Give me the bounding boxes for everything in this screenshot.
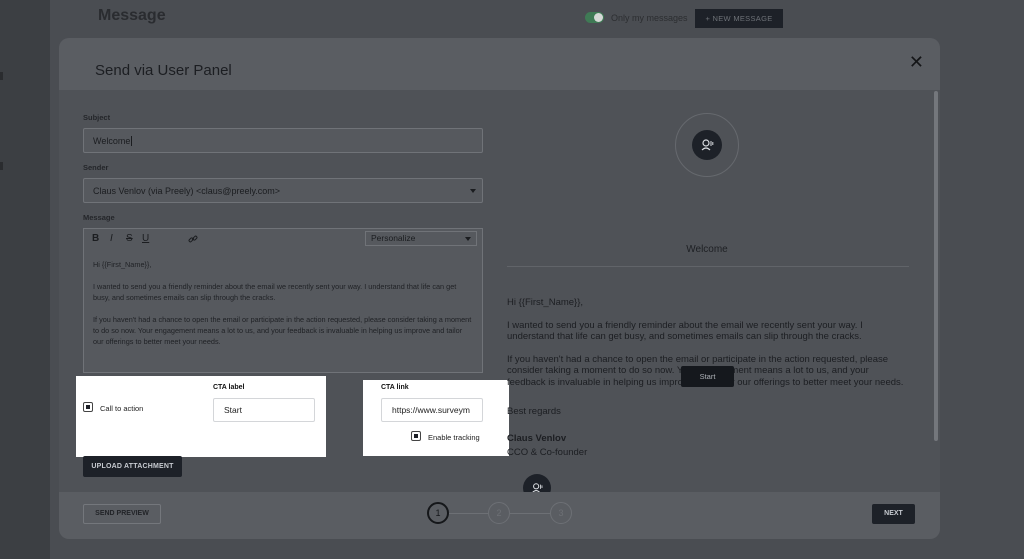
preview-paragraph: I wanted to send you a friendly reminder…	[507, 319, 863, 343]
brand-logo-icon	[692, 130, 722, 160]
bold-button[interactable]: B	[92, 233, 99, 244]
personalize-dropdown[interactable]: Personalize	[365, 231, 477, 246]
new-message-button[interactable]: + NEW MESSAGE	[695, 9, 783, 28]
send-preview-button[interactable]: SEND PREVIEW	[83, 504, 161, 524]
message-body[interactable]: Hi {{First_Name}}, I wanted to send you …	[93, 259, 473, 358]
call-to-action-label: Call to action	[100, 404, 144, 413]
page-title: Message	[98, 7, 166, 24]
message-paragraph: I wanted to send you a friendly reminder…	[93, 282, 457, 302]
step-connector	[449, 513, 488, 514]
preview-signer-role: CCO & Co-founder	[507, 447, 588, 458]
step-indicator-1: 1	[427, 502, 449, 524]
send-via-user-panel-modal: Send via User Panel ✕ Subject Welcome Se…	[59, 38, 940, 539]
only-my-messages-toggle[interactable]	[585, 12, 604, 23]
editor-toolbar: B I S U Personalize	[84, 229, 482, 250]
italic-button[interactable]: I	[110, 233, 113, 244]
modal-footer: SEND PREVIEW 1 2 3 NEXT	[59, 492, 940, 539]
underline-button[interactable]: U	[142, 233, 149, 244]
upload-attachment-button[interactable]: UPLOAD ATTACHMENT	[83, 456, 182, 477]
enable-tracking-checkbox[interactable]	[411, 431, 421, 441]
preview-signer-name: Claus Venlov	[507, 433, 567, 444]
cta-label-input[interactable]: Start	[213, 398, 315, 422]
subject-input[interactable]: Welcome	[83, 128, 483, 153]
avatar	[675, 113, 739, 177]
sidebar	[0, 0, 50, 559]
call-to-action-checkbox[interactable]	[83, 402, 93, 412]
sender-select[interactable]: Claus Venlov (via Preely) <claus@preely.…	[83, 178, 483, 203]
next-button[interactable]: NEXT	[872, 504, 915, 524]
preview-subject: Welcome	[686, 244, 728, 255]
step-connector	[510, 513, 550, 514]
sidebar-marker	[0, 162, 3, 170]
cta-link-title: CTA link	[381, 384, 409, 391]
chevron-down-icon	[465, 236, 471, 241]
message-editor[interactable]: B I S U Personalize Hi {{First_Name}}, I…	[83, 228, 483, 373]
step-indicator-2: 2	[488, 502, 510, 524]
sender-value: Claus Venlov (via Preely) <claus@preely.…	[93, 185, 281, 196]
cta-link-panel: CTA link https://www.surveym Enable trac…	[363, 380, 509, 456]
preview-scrollbar[interactable]	[934, 91, 938, 441]
preview-paragraph: Hi {{First_Name}},	[507, 297, 584, 308]
only-my-messages-label: Only my messages	[611, 13, 688, 23]
modal-header: Send via User Panel ✕	[59, 38, 940, 90]
preview-cta-button: Start	[681, 366, 734, 387]
preview-regards: Best regards	[507, 406, 561, 417]
sidebar-marker	[0, 72, 3, 80]
subject-label: Subject	[83, 113, 111, 122]
preview-divider	[507, 266, 909, 267]
email-preview: Welcome Hi {{First_Name}}, I wanted to s…	[495, 90, 932, 502]
cta-label-title: CTA label	[213, 384, 245, 391]
chevron-down-icon	[470, 188, 476, 193]
subject-value: Welcome	[93, 135, 131, 146]
sender-label: Sender	[83, 163, 109, 172]
step-indicator-3: 3	[550, 502, 572, 524]
close-icon[interactable]: ✕	[909, 52, 924, 73]
link-icon[interactable]	[188, 234, 198, 247]
message-label: Message	[83, 213, 115, 222]
cta-link-input[interactable]: https://www.surveym	[381, 398, 483, 422]
enable-tracking-label: Enable tracking	[428, 433, 480, 442]
text-caret	[131, 135, 133, 146]
cta-settings-panel: Call to action CTA label Start	[76, 376, 326, 457]
message-paragraph: If you haven't had a chance to open the …	[93, 315, 472, 346]
message-paragraph: Hi {{First_Name}},	[93, 260, 152, 269]
personalize-label: Personalize	[371, 233, 416, 243]
modal-title: Send via User Panel	[95, 62, 232, 79]
strikethrough-button[interactable]: S	[126, 233, 133, 244]
